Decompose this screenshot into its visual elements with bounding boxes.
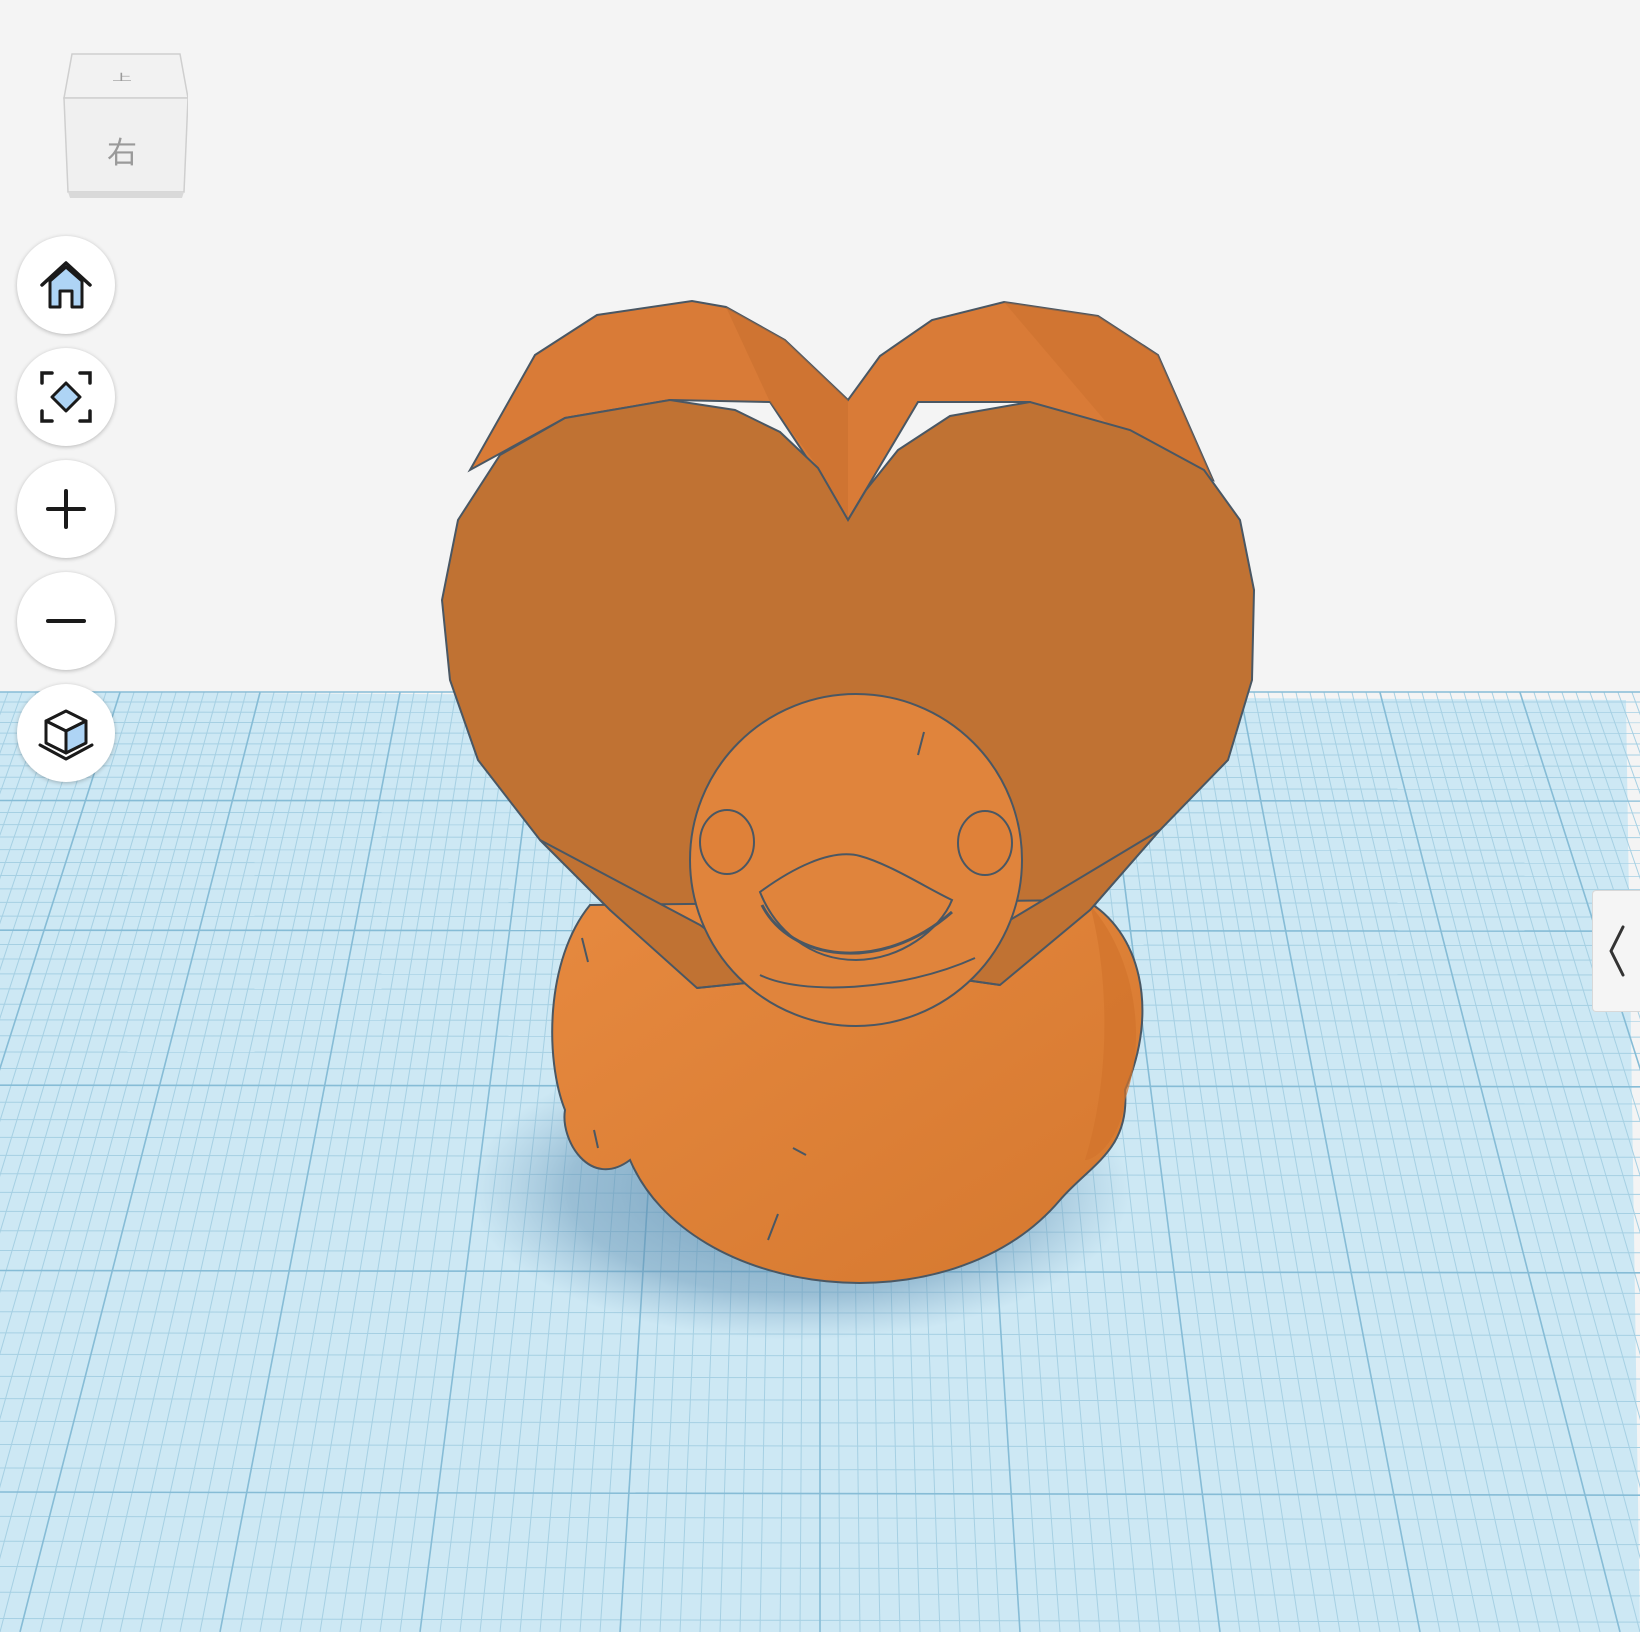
3d-viewport[interactable]: 上 右 — [0, 0, 1640, 1632]
perspective-cube-icon — [38, 709, 94, 761]
minus-icon — [46, 619, 86, 623]
home-icon — [40, 261, 92, 309]
view-cube-top-face[interactable] — [63, 53, 188, 99]
fit-view-button[interactable] — [17, 348, 115, 446]
duck-head[interactable] — [689, 693, 1023, 1027]
view-cube[interactable]: 上 右 — [56, 52, 188, 202]
plus-icon — [46, 489, 86, 529]
panel-collapse-toggle[interactable] — [1592, 890, 1640, 1012]
orthographic-view-button[interactable] — [17, 684, 115, 782]
home-view-button[interactable] — [17, 236, 115, 334]
fit-view-icon — [40, 371, 92, 423]
view-cube-front-face[interactable] — [63, 97, 188, 193]
duck-eye-right — [957, 810, 1013, 876]
scene-canvas[interactable] — [0, 0, 1640, 1632]
zoom-in-button[interactable] — [17, 460, 115, 558]
duck-eye-left — [699, 809, 755, 875]
chevron-left-icon — [1609, 925, 1625, 977]
zoom-out-button[interactable] — [17, 572, 115, 670]
